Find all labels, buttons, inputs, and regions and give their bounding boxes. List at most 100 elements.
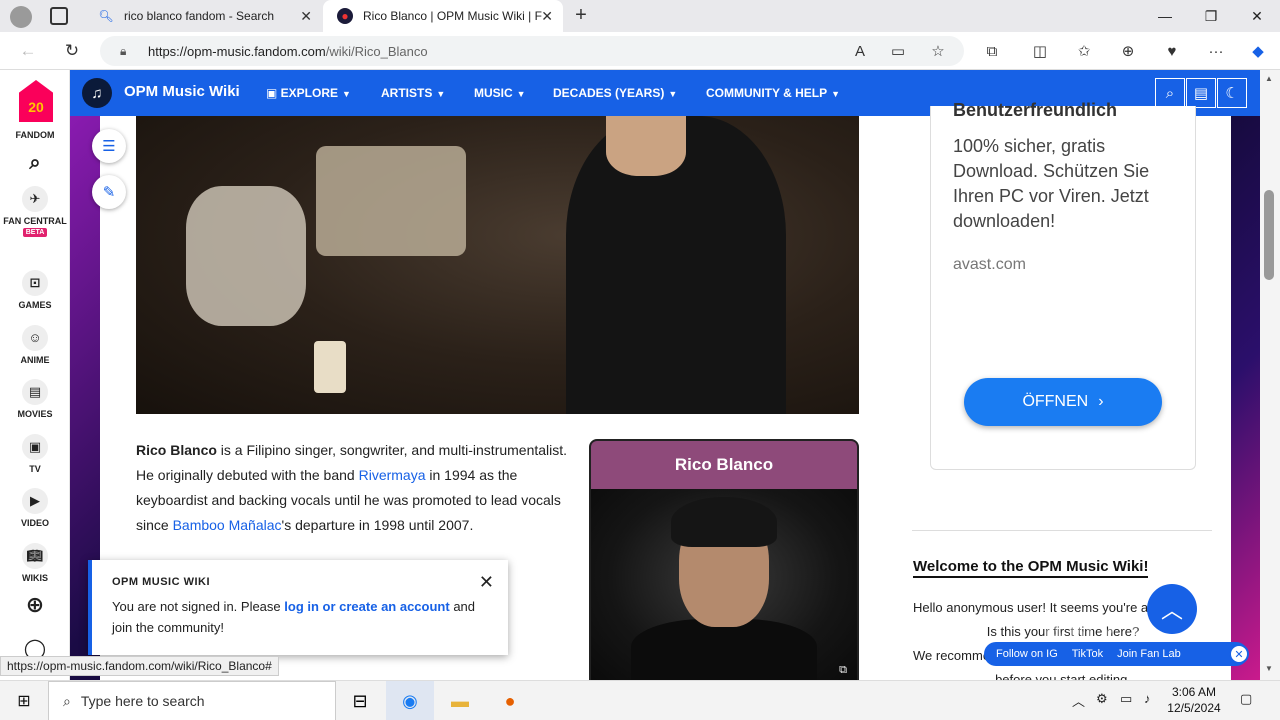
close-icon[interactable]: ✕: [300, 8, 312, 25]
onedrive-icon[interactable]: ⚙: [1096, 691, 1108, 707]
rail-item-games[interactable]: ⊡ GAMES: [0, 270, 70, 310]
edit-pencil-icon[interactable]: ✎: [92, 175, 126, 209]
rail-item-fan-central[interactable]: ✈ FAN CENTRAL BETA: [0, 186, 70, 237]
extensions-icon[interactable]: ⧉: [978, 37, 1006, 65]
nav-artists[interactable]: ARTISTS ▼: [381, 86, 445, 100]
clock[interactable]: 3:06 AM 12/5/2024: [1164, 684, 1224, 716]
tab-label: Rico Blanco | OPM Music Wiki | F: [363, 9, 542, 23]
wiki-name[interactable]: OPM Music Wiki: [124, 83, 240, 100]
chevron-down-icon: ▼: [831, 89, 841, 99]
close-window-button[interactable]: ✕: [1234, 0, 1280, 32]
video-frame-candle: [314, 341, 346, 393]
nav-decades[interactable]: DECADES (YEARS) ▼: [553, 86, 677, 100]
rail-item-tv[interactable]: ▣ TV: [0, 434, 70, 474]
scroll-up-icon[interactable]: ▲: [1265, 74, 1273, 83]
ad-body: 100% sicher, gratis Download. Schützen S…: [953, 136, 1150, 231]
join-fan-lab-link[interactable]: Join Fan Lab: [1117, 648, 1181, 660]
rail-item-video[interactable]: ▶ VIDEO: [0, 488, 70, 528]
new-tab-button[interactable]: +: [570, 4, 592, 26]
edge-icon[interactable]: ◉: [386, 681, 434, 720]
follow-ig-link[interactable]: Follow on IG: [996, 648, 1058, 660]
rail-item-wikis[interactable]: 📖︎ WIKIS: [0, 543, 70, 583]
scroll-to-top-button[interactable]: ︿: [1147, 584, 1197, 634]
minimize-button[interactable]: —: [1142, 0, 1188, 32]
tv-icon: ▣: [22, 434, 48, 460]
tab-actions-icon[interactable]: [50, 7, 68, 25]
film-icon: ▤: [22, 379, 48, 405]
favorites-icon[interactable]: ✩: [1070, 37, 1098, 65]
explore-icon: ▣: [266, 86, 281, 100]
beta-badge: BETA: [22, 228, 48, 237]
status-url: https://opm-music.fandom.com/wiki/Rico_B…: [0, 656, 279, 676]
close-icon[interactable]: ✕: [541, 8, 553, 25]
url-field[interactable]: 🔒︎ https://opm-music.fandom.com/wiki/Ric…: [100, 36, 964, 66]
search-icon[interactable]: ⌕: [0, 152, 70, 175]
firefox-icon[interactable]: ●: [486, 681, 534, 720]
profile-avatar[interactable]: [10, 6, 32, 28]
photo-hair: [671, 497, 777, 547]
tab-search[interactable]: 🔍︎ rico blanco fandom - Search ✕: [84, 0, 322, 32]
notifications-icon[interactable]: ▢: [1240, 691, 1252, 707]
ad-open-button[interactable]: ÖFFNEN ›: [964, 378, 1162, 426]
create-wiki-plus-icon[interactable]: ⊕: [0, 592, 70, 618]
wiki-favicon-icon: ●: [337, 8, 353, 24]
infobox-photo[interactable]: ⧉: [591, 489, 857, 683]
video-frame-face: [606, 116, 686, 176]
notification-title: OPM MUSIC WIKI: [112, 576, 211, 588]
link-bamboo[interactable]: Bamboo Mañalac: [173, 517, 282, 533]
start-button[interactable]: ⊞: [0, 681, 48, 720]
url-path: /wiki/Rico_Blanco: [325, 43, 428, 59]
file-explorer-icon[interactable]: ▬: [436, 681, 484, 720]
rail-item-anime[interactable]: ☺ ANIME: [0, 325, 70, 365]
refresh-button[interactable]: ↻: [58, 37, 86, 65]
scroll-down-icon[interactable]: ▼: [1265, 664, 1273, 673]
more-menu-icon[interactable]: ···: [1202, 37, 1230, 65]
performance-icon[interactable]: ♥: [1158, 37, 1186, 65]
discussions-icon[interactable]: ▤: [1186, 78, 1216, 108]
scrollbar-thumb[interactable]: [1264, 190, 1274, 280]
anime-icon: ☺: [22, 325, 48, 351]
video-player[interactable]: [136, 116, 859, 414]
tab-wiki[interactable]: ● Rico Blanco | OPM Music Wiki | F ✕: [323, 0, 563, 32]
maximize-button[interactable]: ❐: [1188, 0, 1234, 32]
video-frame-flowers: [186, 186, 306, 326]
taskbar-search[interactable]: ⌕ Type here to search: [48, 681, 336, 720]
collections-icon[interactable]: ⊕: [1114, 37, 1142, 65]
task-view-icon[interactable]: ⊟: [336, 681, 384, 720]
welcome-heading: Welcome to the OPM Music Wiki!: [913, 558, 1149, 578]
fandom-logo[interactable]: 20: [19, 80, 53, 122]
split-screen-icon[interactable]: ◫: [1026, 37, 1054, 65]
follow-tiktok-link[interactable]: TikTok: [1072, 648, 1103, 660]
copilot-icon[interactable]: ◆: [1244, 37, 1272, 65]
back-button[interactable]: ←: [14, 37, 42, 65]
rail-item-movies[interactable]: ▤ MOVIES: [0, 379, 70, 419]
login-link[interactable]: log in or create an account: [284, 599, 449, 614]
toc-list-icon[interactable]: ☰: [92, 129, 126, 163]
play-icon: ▶: [22, 488, 48, 514]
nav-community[interactable]: COMMUNITY & HELP ▼: [706, 86, 840, 100]
nav-music[interactable]: MUSIC ▼: [474, 86, 526, 100]
read-aloud-icon[interactable]: A: [846, 37, 874, 65]
browser-tab-bar: 🔍︎ rico blanco fandom - Search ✕ ● Rico …: [0, 0, 1280, 32]
ad-domain: avast.com: [953, 256, 1026, 273]
article-subject: Rico Blanco: [136, 442, 217, 458]
favorite-star-icon[interactable]: ☆: [924, 37, 952, 65]
ad-card[interactable]: Benutzerfreundlich 100% sicher, gratis D…: [930, 100, 1196, 470]
infobox: Rico Blanco ⧉: [589, 439, 859, 685]
close-icon[interactable]: ✕: [479, 572, 494, 593]
search-icon[interactable]: ⌕: [1155, 78, 1185, 108]
chevron-down-icon: ▼: [342, 89, 351, 99]
vertical-scrollbar[interactable]: ▲ ▼: [1260, 70, 1280, 685]
close-icon[interactable]: ✕: [1229, 644, 1249, 664]
expand-icon[interactable]: ⧉: [839, 664, 847, 677]
signin-notification: OPM MUSIC WIKI You are not signed in. Pl…: [88, 560, 508, 655]
volume-icon[interactable]: ♪: [1144, 691, 1151, 706]
nav-explore[interactable]: ▣ EXPLORE ▼: [266, 86, 351, 100]
link-rivermaya[interactable]: Rivermaya: [359, 467, 426, 483]
controller-icon: ⊡: [22, 270, 48, 296]
tray-chevron-icon[interactable]: ︿: [1072, 691, 1085, 710]
dark-mode-icon[interactable]: ☾: [1217, 78, 1247, 108]
wiki-logo[interactable]: ♫: [82, 78, 112, 108]
network-icon[interactable]: ▭: [1120, 691, 1132, 707]
immersive-reader-icon[interactable]: ▭: [884, 37, 912, 65]
